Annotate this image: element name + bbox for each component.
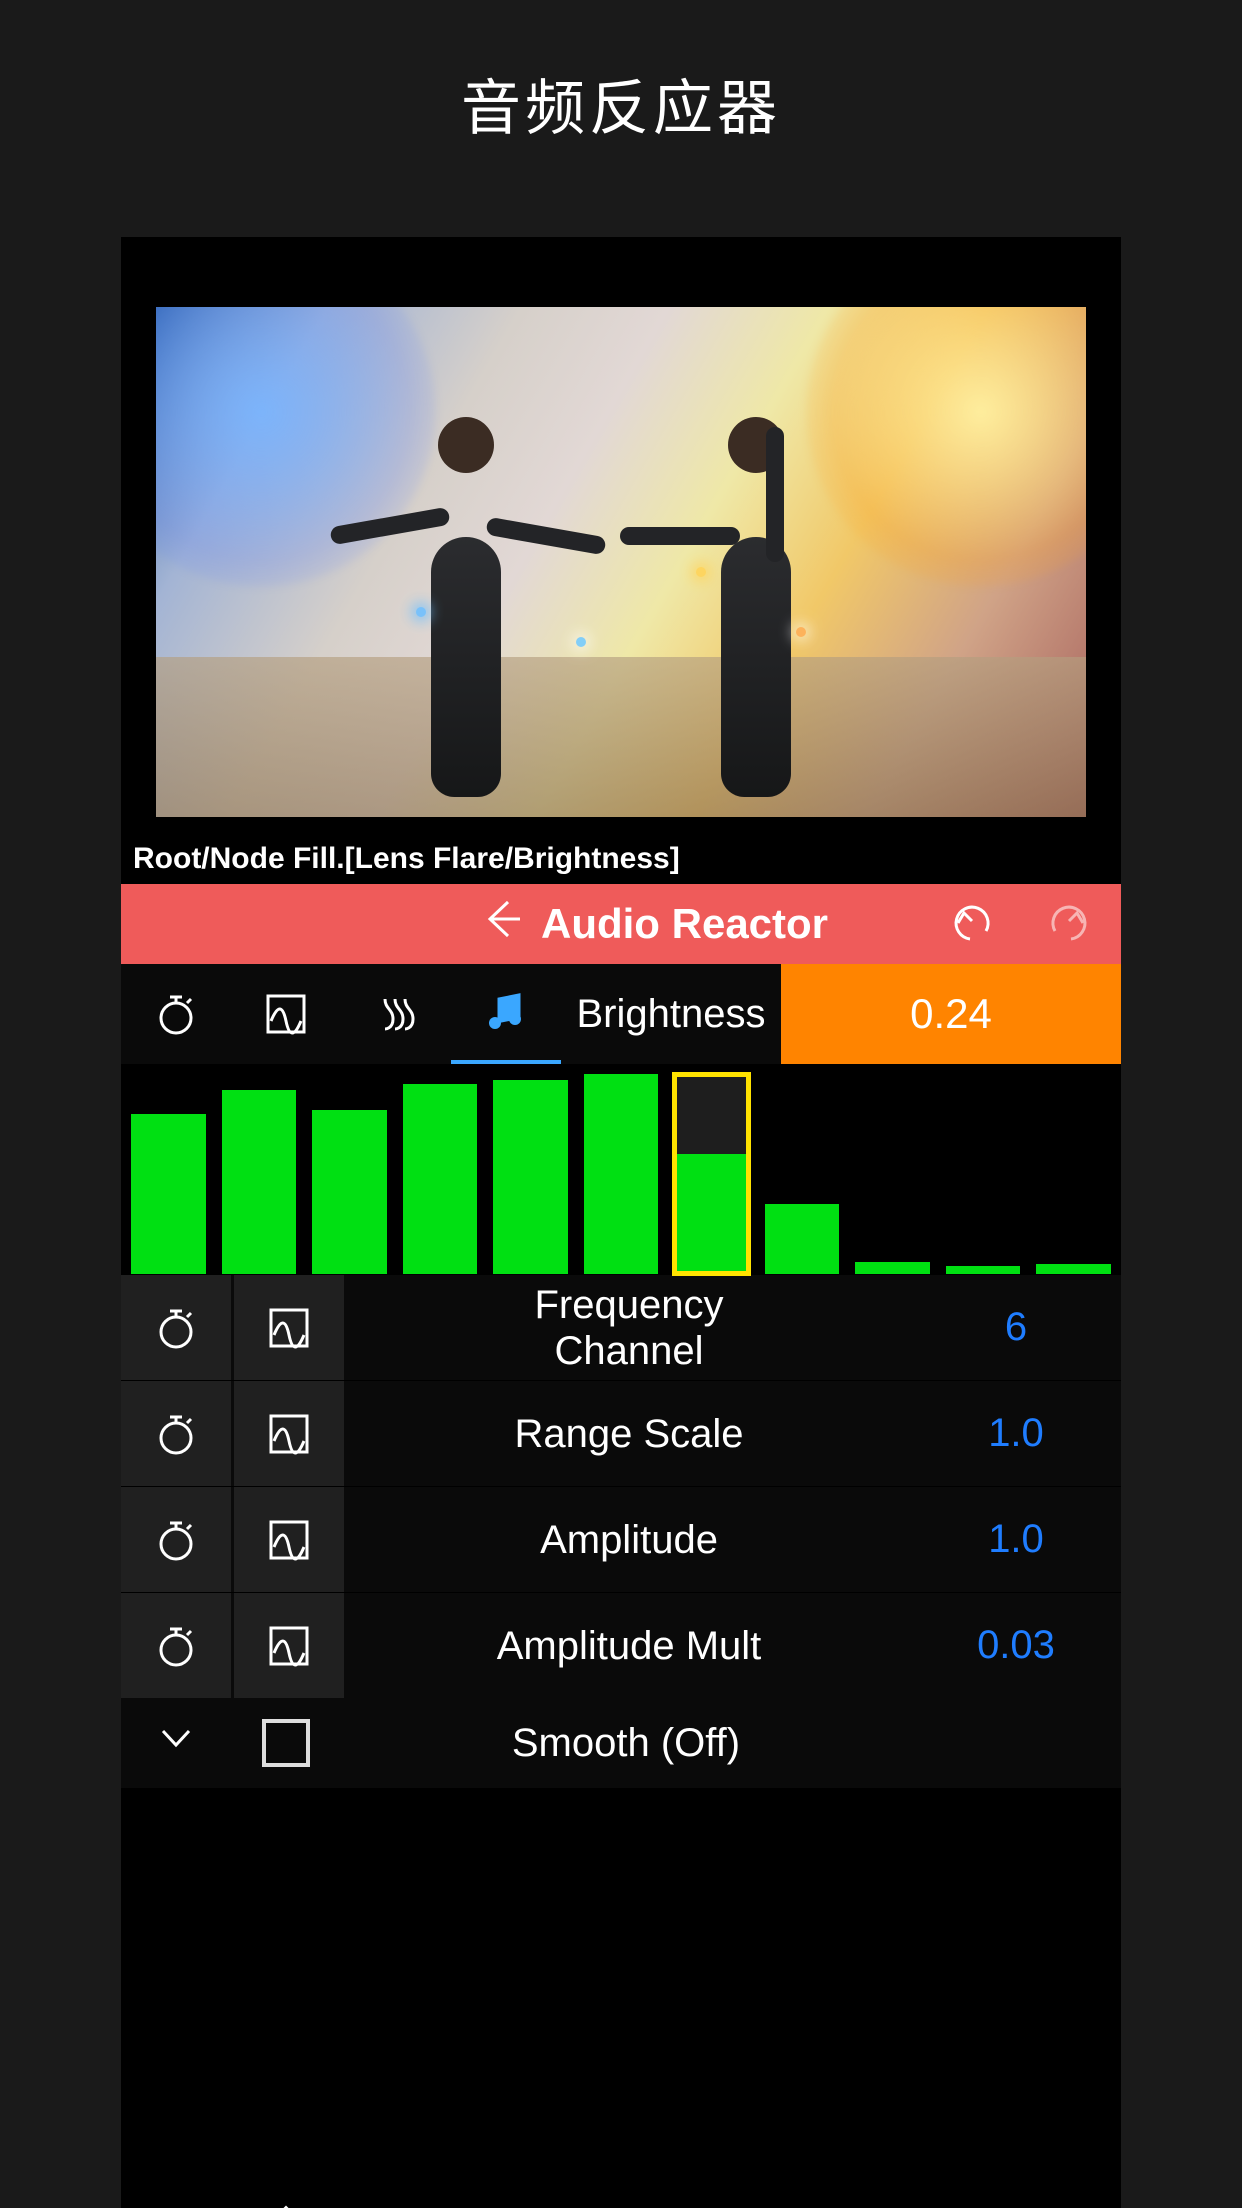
- param-curve-1[interactable]: [234, 1381, 344, 1486]
- undo-button[interactable]: [950, 884, 996, 964]
- current-param-value[interactable]: 0.24: [781, 964, 1121, 1064]
- curve-icon: [266, 1305, 312, 1351]
- eq-bar-0[interactable]: [131, 1114, 206, 1274]
- eq-bar-2[interactable]: [312, 1110, 387, 1274]
- tab-row: Brightness 0.24: [121, 964, 1121, 1064]
- arrow-left-icon: [478, 896, 524, 942]
- stopwatch-icon: [153, 1517, 199, 1563]
- eq-bar-4[interactable]: [493, 1080, 568, 1274]
- smooth-checkbox[interactable]: [262, 1719, 310, 1767]
- param-keyframe-1[interactable]: [121, 1381, 231, 1486]
- curve-icon: [263, 991, 309, 1037]
- tab-audio-reactor[interactable]: [451, 964, 561, 1064]
- stopwatch-icon: [153, 1305, 199, 1351]
- video-preview[interactable]: [156, 307, 1086, 817]
- eq-bar-8[interactable]: [855, 1262, 930, 1274]
- eq-bar-3[interactable]: [403, 1084, 478, 1274]
- param-value-1[interactable]: 1.0: [911, 1411, 1121, 1456]
- param-row-0: FrequencyChannel6: [121, 1274, 1121, 1380]
- smooth-label: Smooth (Off): [341, 1721, 911, 1766]
- param-name-2: Amplitude: [347, 1517, 911, 1563]
- curve-icon: [266, 1623, 312, 1669]
- param-row-3: Amplitude Mult0.03: [121, 1592, 1121, 1698]
- eq-bar-1[interactable]: [222, 1090, 297, 1274]
- redo-icon: [1045, 901, 1091, 947]
- tab-shake[interactable]: [341, 964, 451, 1064]
- equalizer[interactable]: [121, 1064, 1121, 1274]
- app-frame: Root/Node Fill.[Lens Flare/Brightness] A…: [121, 237, 1121, 2208]
- param-curve-2[interactable]: [234, 1487, 344, 1592]
- titlebar-label: Audio Reactor: [541, 900, 828, 948]
- current-param-name: Brightness: [561, 964, 781, 1064]
- param-keyframe-2[interactable]: [121, 1487, 231, 1592]
- curve-icon: [266, 1411, 312, 1457]
- chevron-down-icon: [153, 1715, 199, 1761]
- param-value-3[interactable]: 0.03: [911, 1623, 1121, 1668]
- redo-button[interactable]: [1045, 884, 1091, 964]
- undo-icon: [950, 901, 996, 947]
- param-row-1: Range Scale1.0: [121, 1380, 1121, 1486]
- eq-bar-7[interactable]: [765, 1204, 840, 1274]
- eq-bar-10[interactable]: [1036, 1264, 1111, 1274]
- page-title: 音频反应器: [0, 0, 1242, 237]
- param-value-0[interactable]: 6: [911, 1305, 1121, 1350]
- param-row-smooth: Smooth (Off): [121, 1698, 1121, 1788]
- curve-icon: [266, 1517, 312, 1563]
- param-value-2[interactable]: 1.0: [911, 1517, 1121, 1562]
- preview-area: [121, 237, 1121, 842]
- breadcrumb: Root/Node Fill.[Lens Flare/Brightness]: [121, 842, 1121, 884]
- param-name-1: Range Scale: [347, 1411, 911, 1457]
- eq-bar-5[interactable]: [584, 1074, 659, 1274]
- eq-bar-9[interactable]: [946, 1266, 1021, 1274]
- stopwatch-icon: [153, 1411, 199, 1457]
- shake-icon: [373, 991, 419, 1037]
- tab-curve[interactable]: [231, 964, 341, 1064]
- eq-bar-6[interactable]: [674, 1074, 749, 1274]
- titlebar: Audio Reactor: [121, 884, 1121, 964]
- stopwatch-icon: [153, 1623, 199, 1669]
- param-keyframe-3[interactable]: [121, 1593, 231, 1698]
- smooth-expand[interactable]: [121, 1715, 231, 1771]
- param-name-0: FrequencyChannel: [347, 1282, 911, 1374]
- tab-stopwatch[interactable]: [121, 964, 231, 1064]
- param-keyframe-0[interactable]: [121, 1275, 231, 1380]
- param-name-3: Amplitude Mult: [347, 1623, 911, 1669]
- param-row-2: Amplitude1.0: [121, 1486, 1121, 1592]
- param-curve-3[interactable]: [234, 1593, 344, 1698]
- param-curve-0[interactable]: [234, 1275, 344, 1380]
- back-button[interactable]: [471, 896, 531, 952]
- music-icon: [483, 989, 529, 1035]
- stopwatch-icon: [153, 991, 199, 1037]
